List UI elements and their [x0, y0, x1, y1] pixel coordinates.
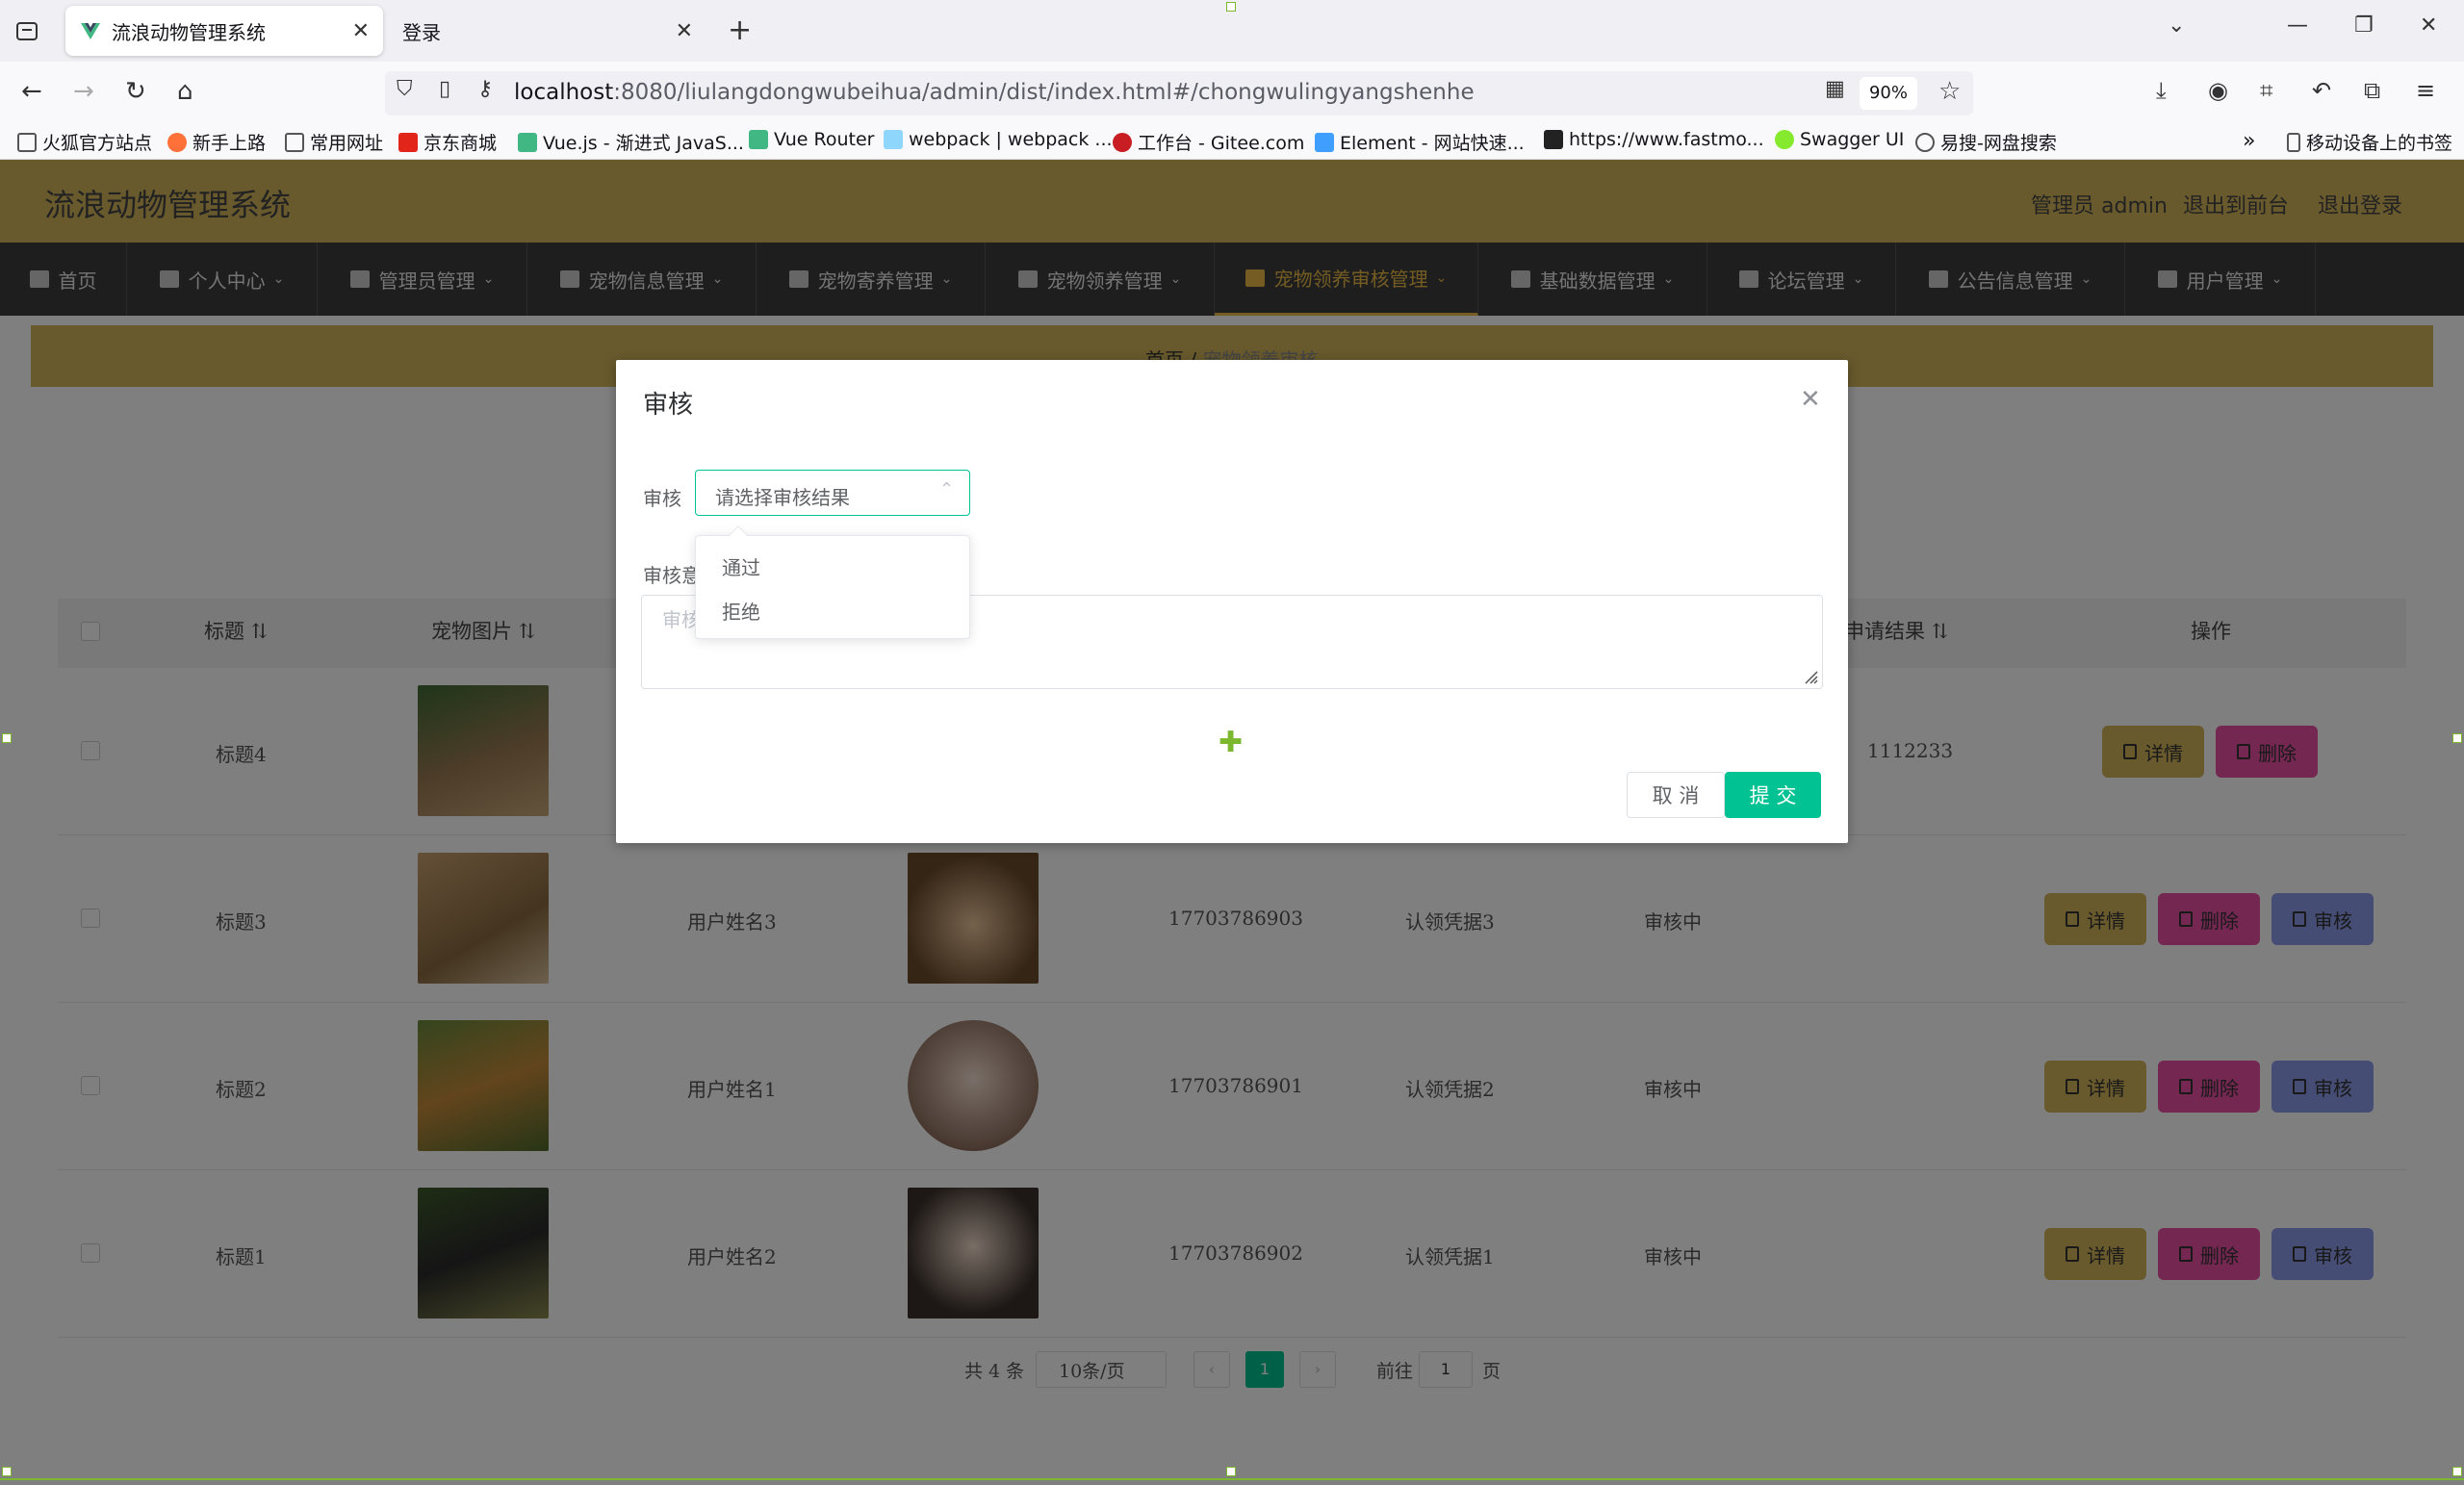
bookmark-item[interactable]: Vue.js - 渐进式 JavaS...: [518, 129, 744, 155]
opinion-label: 审核意: [643, 564, 701, 587]
url-text[interactable]: localhost:8080/liulangdongwubeihua/admin…: [514, 80, 1475, 105]
review-label: 审核: [643, 487, 681, 510]
option-reject[interactable]: 拒绝: [722, 597, 760, 625]
shield-icon[interactable]: ⛉: [397, 77, 413, 101]
bookmarks-overflow-icon[interactable]: »: [2243, 129, 2255, 153]
tab-list-icon[interactable]: [13, 17, 40, 44]
home-icon[interactable]: ⌂: [177, 77, 193, 106]
bookmark-item[interactable]: Swagger UI: [1775, 129, 1904, 150]
submit-button[interactable]: 提 交: [1725, 772, 1821, 818]
close-tab-icon[interactable]: ✕: [676, 19, 693, 43]
restore-icon[interactable]: ❐: [2354, 13, 2374, 38]
bookmark-item[interactable]: 易搜-网盘搜索: [1915, 129, 2057, 155]
bookmark-item[interactable]: 常用网址: [285, 129, 383, 155]
tab-title: 登录: [402, 20, 441, 44]
bookmark-item[interactable]: Element - 网站快速...: [1315, 129, 1525, 155]
webpack-icon: [884, 130, 903, 149]
bookmark-item[interactable]: Vue Router: [749, 129, 874, 150]
vue-icon: [749, 130, 768, 149]
bookmark-star-icon[interactable]: ☆: [1938, 77, 1961, 106]
close-tab-icon[interactable]: ✕: [352, 19, 370, 43]
vue-favicon-icon: [81, 23, 100, 39]
option-approve[interactable]: 通过: [722, 552, 760, 580]
zoom-level[interactable]: 90%: [1860, 77, 1917, 110]
gitee-icon: [1113, 132, 1132, 152]
menu-icon[interactable]: ≡: [2416, 77, 2435, 104]
bookmark-item[interactable]: https://www.fastmo...: [1544, 129, 1764, 150]
cancel-button[interactable]: 取 消: [1627, 772, 1725, 818]
firefox-icon: [167, 132, 187, 152]
selection-handle[interactable]: [2, 1467, 12, 1476]
bookmark-item[interactable]: 火狐官方站点: [17, 129, 152, 155]
browser-tab-active[interactable]: 流浪动物管理系统 ✕: [65, 6, 383, 56]
download-icon[interactable]: ⤓: [2156, 77, 2167, 104]
bookmark-item[interactable]: webpack | webpack ...: [884, 129, 1113, 150]
selection-handle[interactable]: [2452, 733, 2462, 743]
folder-icon: [17, 132, 37, 152]
back-icon[interactable]: ←: [21, 77, 42, 106]
swagger-icon: [1775, 130, 1794, 149]
chevron-up-icon: ⌃: [939, 479, 955, 499]
move-cursor-icon: ✚: [1219, 726, 1244, 759]
mobile-icon: [2287, 132, 2300, 152]
screenshot-icon[interactable]: ⌗: [2260, 77, 2273, 104]
bookmark-item[interactable]: 京东商城: [398, 129, 497, 155]
forward-icon[interactable]: →: [73, 77, 94, 106]
key-icon[interactable]: ⚷: [477, 77, 493, 101]
selection-handle[interactable]: [2, 733, 12, 743]
tab-overflow-chevron-icon[interactable]: ⌄: [2168, 13, 2185, 38]
folder-icon: [285, 132, 304, 152]
page-icon: ▯: [439, 77, 451, 101]
bookmark-item[interactable]: 移动设备上的书签: [2287, 129, 2452, 155]
vue-icon: [518, 132, 537, 152]
resize-handle-icon[interactable]: [1802, 668, 1819, 685]
account-icon[interactable]: ◉: [2208, 77, 2228, 104]
jd-icon: [398, 132, 418, 152]
selection-handle[interactable]: [1226, 1467, 1236, 1476]
selection-handle[interactable]: [2452, 1467, 2462, 1476]
extensions-icon[interactable]: ⧉: [2364, 77, 2380, 104]
reload-icon[interactable]: ↻: [125, 77, 146, 106]
window-close-icon[interactable]: ✕: [2420, 13, 2437, 38]
globe-icon: [1915, 132, 1935, 152]
tab-title: 流浪动物管理系统: [112, 20, 266, 44]
undo-icon[interactable]: ↶: [2312, 77, 2331, 104]
bookmark-item[interactable]: 新手上路: [167, 129, 266, 155]
select-placeholder: 请选择审核结果: [715, 486, 850, 509]
dialog-title: 审核: [643, 391, 694, 420]
element-icon: [1315, 132, 1334, 152]
browser-tab[interactable]: 登录 ✕: [389, 6, 706, 56]
bookmark-item[interactable]: 工作台 - Gitee.com: [1113, 129, 1304, 155]
selection-border: [0, 1478, 2464, 1480]
new-tab-icon[interactable]: +: [728, 13, 752, 47]
close-icon[interactable]: ✕: [1800, 385, 1821, 414]
fastmock-icon: [1544, 130, 1563, 149]
minimize-icon[interactable]: —: [2287, 13, 2308, 38]
qr-code-icon[interactable]: ▦: [1825, 77, 1845, 101]
selection-handle[interactable]: [1226, 2, 1236, 12]
